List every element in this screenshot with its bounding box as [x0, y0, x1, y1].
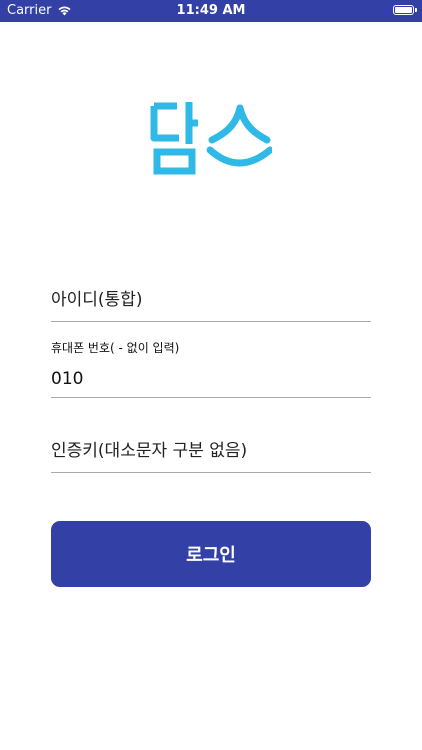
status-time: 11:49 AM	[176, 3, 246, 18]
login-button[interactable]: 로그인	[51, 521, 371, 587]
battery-level	[395, 7, 412, 13]
battery-icon	[393, 5, 414, 15]
auth-key-field[interactable]: 인증키(대소문자 구분 없음)	[51, 440, 371, 473]
phone-field-caption: 휴대폰 번호( - 없이 입력)	[51, 341, 180, 355]
phone-field-value: 010	[51, 369, 84, 389]
login-screen: Carrier 11:49 AM 아이디(통합) 휴대폰 번호(- 없이 입력…	[0, 0, 422, 750]
id-field[interactable]: 아이디(통합)	[51, 289, 371, 322]
id-field-placeholder: 아이디(통합)	[51, 290, 143, 310]
battery-tip	[415, 8, 417, 12]
phone-field[interactable]: 휴대폰 번호( - 없이 입력) 010	[51, 340, 371, 398]
damseu-logo	[150, 102, 272, 175]
status-bar: Carrier 11:49 AM	[0, 0, 422, 22]
auth-key-field-placeholder: 인증키(대소문자 구분 없음)	[51, 441, 248, 461]
